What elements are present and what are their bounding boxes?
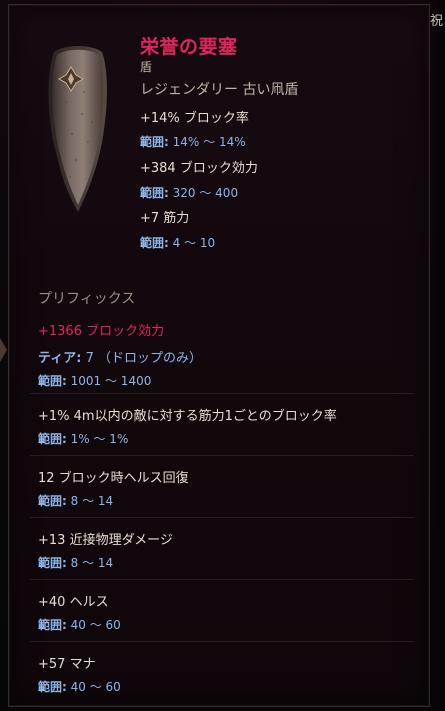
affix-range: 範囲: 8 〜 14	[38, 492, 412, 509]
tier-value: 7 （ドロップのみ）	[85, 351, 202, 366]
range-label: 範囲:	[38, 494, 67, 508]
range-label: 範囲:	[38, 374, 67, 388]
tier-label: ティア:	[38, 351, 82, 366]
item-name: 栄誉の要塞	[140, 36, 238, 58]
range-label: 範囲:	[38, 556, 67, 570]
affix-range: 範囲: 1001 〜 1400	[38, 372, 412, 389]
range-label: 範囲:	[140, 186, 169, 200]
affix-4: +40 ヘルス 範囲: 40 〜 60	[38, 591, 412, 633]
range-value: 14% 〜 14%	[172, 135, 246, 149]
affix-3: +13 近接物理ダメージ 範囲: 8 〜 14	[38, 529, 412, 571]
affix-range: 範囲: 8 〜 14	[38, 554, 412, 571]
affix-text: 12 ブロック時ヘルス回復	[38, 471, 189, 486]
affix-range: 範囲: 1% 〜 1%	[38, 430, 412, 447]
range-label: 範囲:	[38, 680, 67, 694]
panel-left-notch-icon	[0, 338, 7, 362]
affix-divider	[30, 641, 414, 642]
affix-text: +1366 ブロック効力	[38, 324, 165, 339]
range-label: 範囲:	[140, 236, 169, 250]
affix-divider	[30, 455, 414, 456]
affix-range: 範囲: 40 〜 60	[38, 616, 412, 633]
affix-divider	[30, 517, 414, 518]
range-value: 8 〜 14	[70, 556, 114, 570]
range-value: 1001 〜 1400	[70, 374, 152, 388]
affix-0: +1366 ブロック効力 ティア: 7 （ドロップのみ） 範囲: 1001 〜 …	[38, 320, 412, 389]
range-value: 40 〜 60	[70, 680, 121, 694]
affix-5: +57 マナ 範囲: 40 〜 60	[38, 653, 412, 695]
range-value: 1% 〜 1%	[70, 432, 129, 446]
range-value: 40 〜 60	[70, 618, 121, 632]
range-label: 範囲:	[38, 618, 67, 632]
range-value: 8 〜 14	[70, 494, 114, 508]
kite-shield-icon	[48, 46, 107, 212]
implicit-stat-2: +7 筋力	[140, 211, 190, 226]
item-type: 盾	[140, 60, 153, 74]
implicit-range-1: 範囲: 320 〜 400	[140, 184, 238, 201]
affix-range: 範囲: 40 〜 60	[38, 678, 412, 695]
affix-text: +40 ヘルス	[38, 595, 109, 610]
affix-divider	[30, 393, 414, 394]
affix-text: +1% 4m以内の敵に対する筋力1ごとのブロック率	[38, 409, 337, 424]
affix-text: +13 近接物理ダメージ	[38, 533, 173, 548]
right-edge-shadow	[427, 0, 445, 711]
implicit-stat-1: +384 ブロック効力	[140, 161, 258, 176]
implicit-stat-0: +14% ブロック率	[140, 111, 249, 126]
corner-glyph: 祝	[429, 14, 443, 29]
prefix-section-title: プリフィックス	[38, 291, 136, 307]
range-label: 範囲:	[140, 135, 169, 149]
affix-text: +57 マナ	[38, 657, 96, 672]
implicit-range-2: 範囲: 4 〜 10	[140, 234, 215, 251]
affix-1: +1% 4m以内の敵に対する筋力1ごとのブロック率 範囲: 1% 〜 1%	[38, 405, 412, 447]
affix-tier: ティア: 7 （ドロップのみ）	[38, 347, 412, 366]
range-value: 320 〜 400	[172, 186, 239, 200]
implicit-range-0: 範囲: 14% 〜 14%	[140, 133, 246, 150]
range-label: 範囲:	[38, 432, 67, 446]
item-base-type: レジェンダリー 古い凧盾	[140, 82, 299, 98]
affix-divider	[30, 579, 414, 580]
range-value: 4 〜 10	[172, 236, 216, 250]
affix-2: 12 ブロック時ヘルス回復 範囲: 8 〜 14	[38, 467, 412, 509]
